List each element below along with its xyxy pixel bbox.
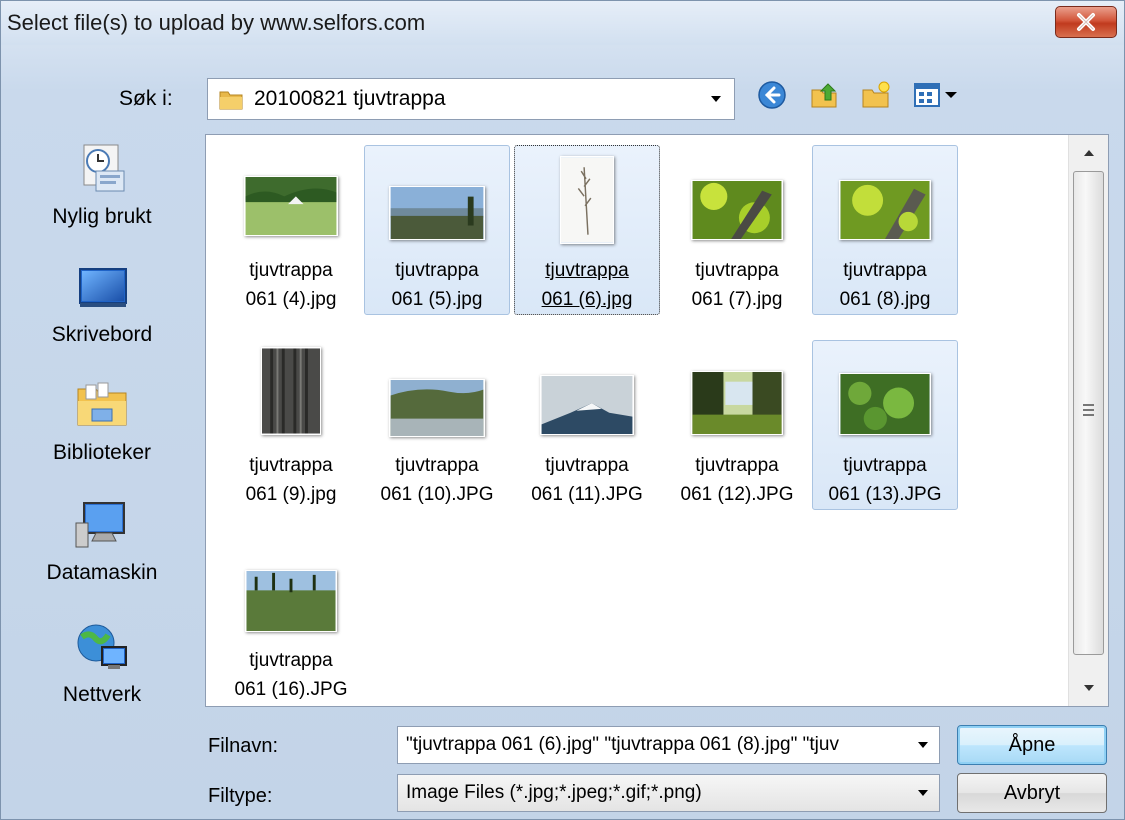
file-name: tjuvtrappa 061 (12).JPG [680,455,794,505]
filetype-dropdown[interactable]: Image Files (*.jpg;*.jpeg;*.gif;*.png) [397,774,940,812]
file-item[interactable]: tjuvtrappa 061 (10).JPG [364,340,510,510]
file-name: tjuvtrappa 061 (10).JPG [380,455,494,505]
scroll-down-button[interactable] [1069,670,1109,706]
look-in-label: Søk i: [119,87,173,110]
folder-icon [219,91,243,110]
scroll-up-arrow-icon [1084,150,1094,156]
recent-places-icon [83,144,125,192]
place-recent[interactable]: Nylig brukt [7,141,197,229]
title-bar[interactable]: Select file(s) to upload by www.selfors.… [1,1,1124,45]
window-title: Select file(s) to upload by www.selfors.… [7,10,426,35]
folder-up-icon [811,83,837,108]
image-thumbnail [560,156,614,244]
filename-value: "tjuvtrappa 061 (6).jpg" "tjuvtrappa 061… [406,734,839,755]
file-item[interactable]: tjuvtrappa 061 (9).jpg [218,340,364,510]
image-thumbnail [691,371,783,435]
file-item[interactable]: tjuvtrappa 061 (13).JPG [812,340,958,510]
places-bar: Nylig brukt Skrivebord Biblioteker Datam… [7,141,197,721]
file-item[interactable]: tjuvtrappa 061 (4).jpg [218,145,364,315]
back-arrow-icon [758,81,786,109]
place-label: Biblioteker [52,441,152,464]
file-name: tjuvtrappa 061 (6).jpg [541,260,633,310]
cancel-button[interactable]: Avbryt [957,773,1107,813]
scroll-down-arrow-icon [1084,685,1094,691]
image-thumbnail [839,373,931,435]
chevron-down-icon [918,742,928,748]
filetype-label: Filtype: [208,785,273,807]
place-desktop[interactable]: Skrivebord [7,259,197,347]
file-name: tjuvtrappa 061 (7).jpg [691,260,783,310]
file-item[interactable]: tjuvtrappa 061 (8).jpg [812,145,958,315]
look-in-dropdown[interactable]: 20100821 tjuvtrappa [207,78,735,120]
chevron-down-icon [918,790,928,796]
chevron-down-icon [711,96,721,102]
file-name: tjuvtrappa 061 (4).jpg [245,260,337,310]
file-item[interactable]: tjuvtrappa 061 (11).JPG [514,340,660,510]
file-name: tjuvtrappa 061 (9).jpg [245,455,337,505]
file-name: tjuvtrappa 061 (13).JPG [828,455,942,505]
file-item[interactable]: tjuvtrappa 061 (12).JPG [664,340,810,510]
place-label: Datamaskin [46,561,158,584]
place-computer[interactable]: Datamaskin [7,497,197,585]
new-folder-icon [862,81,890,108]
file-upload-dialog: Select file(s) to upload by www.selfors.… [0,0,1125,820]
image-thumbnail [261,347,321,435]
current-folder-path: 20100821 tjuvtrappa [254,87,446,110]
close-icon [1077,13,1095,31]
view-menu-button[interactable] [912,79,960,111]
image-thumbnail [389,186,485,240]
image-thumbnail [691,180,783,240]
file-item[interactable]: tjuvtrappa 061 (7).jpg [664,145,810,315]
file-item[interactable]: tjuvtrappa 061 (6).jpg [514,145,660,315]
view-grid-icon [914,83,957,107]
file-item[interactable]: tjuvtrappa 061 (16).JPG [218,535,364,705]
image-thumbnail [839,180,931,240]
place-label: Skrivebord [51,323,153,346]
place-network[interactable]: Nettverk [7,619,197,707]
up-one-level-button[interactable] [808,79,840,111]
image-thumbnail [245,570,337,632]
file-item[interactable]: tjuvtrappa 061 (5).jpg [364,145,510,315]
open-button[interactable]: Åpne [957,725,1107,765]
filename-label: Filnavn: [208,735,279,757]
place-label: Nettverk [62,683,142,706]
place-label: Nylig brukt [52,205,152,228]
file-name: tjuvtrappa 061 (16).JPG [234,650,348,700]
back-button[interactable] [756,79,788,111]
file-name: tjuvtrappa 061 (11).JPG [531,455,643,505]
filename-input[interactable]: "tjuvtrappa 061 (6).jpg" "tjuvtrappa 061… [397,726,940,764]
vertical-scrollbar[interactable] [1068,135,1108,706]
scroll-thumb[interactable] [1073,171,1104,655]
scroll-up-button[interactable] [1069,135,1109,171]
file-name: tjuvtrappa 061 (8).jpg [839,260,931,310]
libraries-icon [77,382,127,426]
image-thumbnail [389,379,485,437]
image-thumbnail [244,176,338,236]
new-folder-button[interactable] [860,79,892,111]
file-name: tjuvtrappa 061 (5).jpg [391,260,483,310]
network-icon [77,624,127,669]
computer-icon [75,502,125,548]
file-list[interactable]: tjuvtrappa 061 (4).jpg tjuvtrappa 061 (5… [205,134,1109,707]
close-button[interactable] [1055,6,1117,38]
filetype-value: Image Files (*.jpg;*.jpeg;*.gif;*.png) [406,782,702,803]
place-libraries[interactable]: Biblioteker [7,377,197,465]
image-thumbnail [540,375,634,435]
desktop-icon [79,268,127,307]
